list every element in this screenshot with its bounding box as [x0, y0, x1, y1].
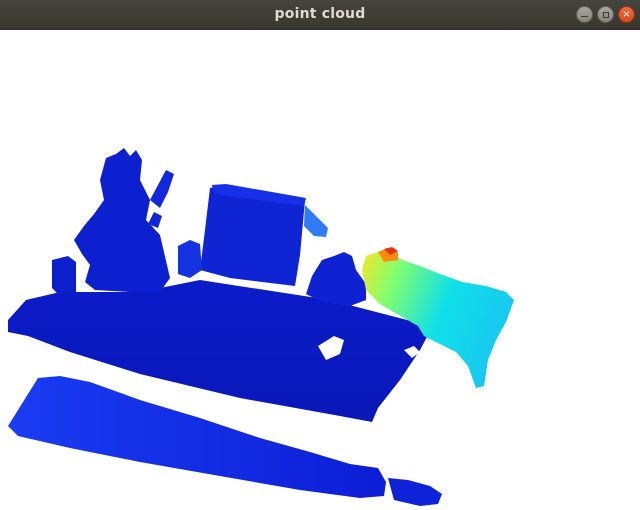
close-button[interactable]: × — [618, 6, 635, 23]
plant-leaf — [150, 170, 174, 208]
window-controls: × — [576, 6, 635, 24]
plate-tip — [388, 478, 442, 506]
point-cloud-render[interactable] — [0, 30, 640, 510]
handle-fragment — [304, 205, 328, 237]
maximize-icon — [602, 11, 609, 18]
minimize-icon — [581, 16, 588, 17]
close-icon: × — [622, 8, 631, 20]
minimize-button[interactable] — [576, 6, 593, 23]
point-cloud-viewport[interactable] — [0, 30, 640, 510]
maximize-button[interactable] — [597, 6, 614, 23]
app-window: point cloud × — [0, 0, 640, 510]
small-post — [52, 256, 76, 294]
window-title: point cloud — [274, 6, 366, 22]
cylinder-object — [178, 240, 202, 278]
title-bar[interactable]: point cloud × — [0, 0, 640, 30]
tool-objects — [306, 252, 366, 306]
